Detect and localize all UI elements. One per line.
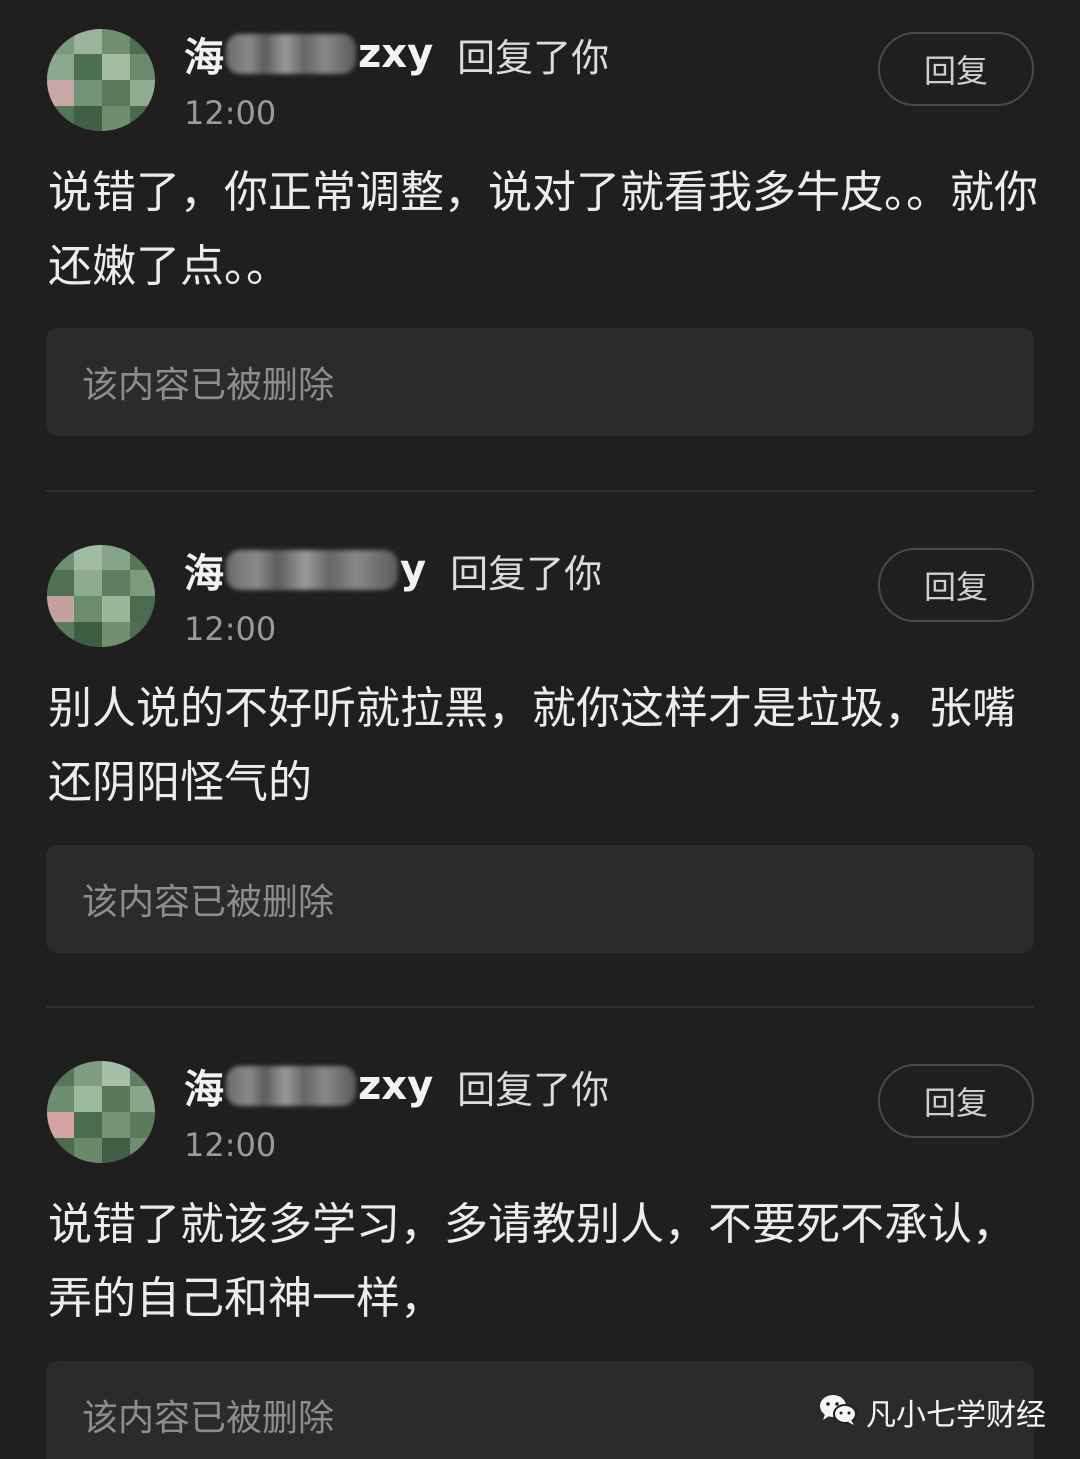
comment-text: 说错了就该多学习，多请教别人，不要死不承认，弄的自己和神一样， [48,1199,1016,1324]
username-blur [226,550,398,590]
name-row: 海 zxy 回复了你 [184,26,609,82]
username-blur [226,1066,356,1106]
comment-text: 说错了，你正常调整，说对了就看我多牛皮。。就你还嫩了点。。 [48,167,1038,292]
username-suffix[interactable]: y [400,547,426,593]
name-row: 海 zxy 回复了你 [184,1058,609,1114]
timestamp: 12:00 [184,610,277,648]
avatar[interactable] [46,28,156,132]
avatar[interactable] [46,544,156,648]
username[interactable]: 海 [184,541,224,599]
reply-to-label: 回复了你 [457,35,610,80]
username[interactable]: 海 [184,1057,224,1115]
username-suffix[interactable]: zxy [358,31,433,77]
deleted-quote: 该内容已被删除 [46,845,1034,953]
wechat-icon [818,1393,858,1431]
comment-list: 海 zxy 回复了你 12:00 回复 说错了，你正常调整，说对了就看我多牛皮。… [0,0,1080,1459]
divider [46,1006,1034,1008]
name-row: 海 y 回复了你 [184,542,602,598]
reply-button[interactable]: 回复 [878,548,1034,622]
watermark: 凡小七学财经 [818,1390,1046,1434]
reply-to-label: 回复了你 [450,551,603,596]
comment-text: 别人说的不好听就拉黑，就你这样才是垃圾，张嘴还阴阳怪气的 [48,683,1016,808]
timestamp: 12:00 [184,1126,277,1164]
timestamp: 12:00 [184,94,277,132]
username-blur [226,34,356,74]
avatar[interactable] [46,1060,156,1164]
reply-button[interactable]: 回复 [878,32,1034,106]
username[interactable]: 海 [184,25,224,83]
username-suffix[interactable]: zxy [358,1063,433,1109]
reply-to-label: 回复了你 [457,1067,610,1112]
deleted-quote: 该内容已被删除 [46,328,1034,436]
reply-button[interactable]: 回复 [878,1064,1034,1138]
divider [46,490,1034,492]
watermark-text: 凡小七学财经 [866,1398,1046,1433]
